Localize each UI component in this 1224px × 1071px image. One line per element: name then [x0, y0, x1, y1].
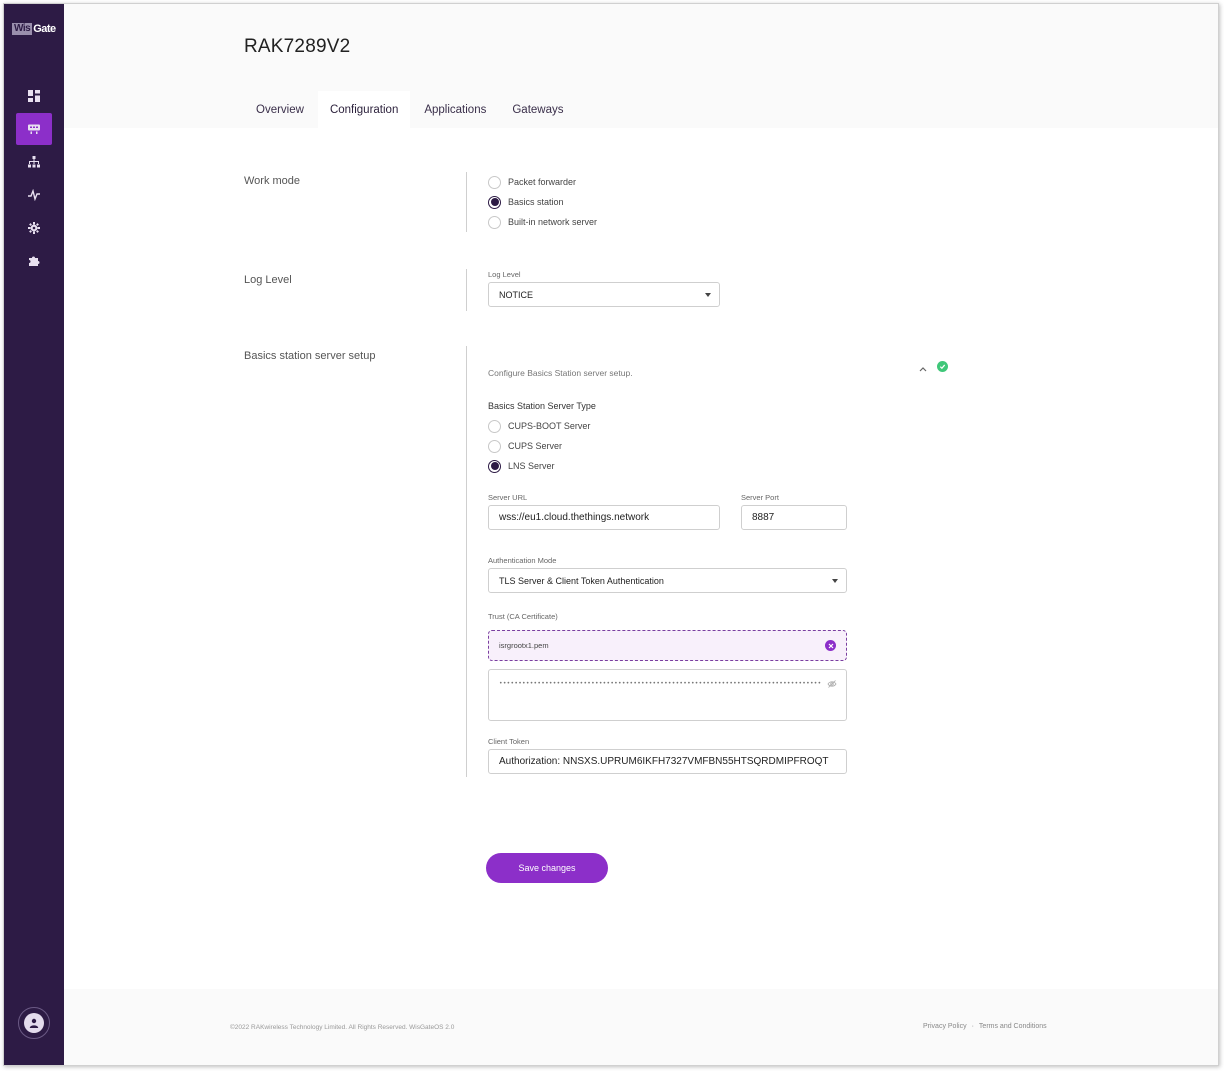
check-circle-icon — [937, 361, 948, 372]
radio-packet-forwarder[interactable]: Packet forwarder — [488, 175, 576, 189]
sidebar-item-extensions[interactable] — [16, 245, 52, 277]
section-divider — [466, 269, 467, 311]
radio-button[interactable] — [488, 215, 501, 229]
chevron-up-icon[interactable] — [918, 364, 928, 374]
log-level-value: NOTICE — [499, 289, 534, 300]
radio-built-in-network-server[interactable]: Built-in network server — [488, 215, 597, 229]
tab-gateways[interactable]: Gateways — [500, 91, 575, 128]
radio-label: CUPS Server — [508, 441, 563, 451]
radio-button[interactable] — [488, 419, 501, 433]
privacy-policy-link[interactable]: Privacy Policy — [923, 1023, 967, 1030]
radio-label: CUPS-BOOT Server — [508, 421, 591, 431]
client-token-input[interactable] — [488, 749, 847, 774]
radio-button-checked[interactable] — [488, 195, 501, 209]
section-divider — [466, 172, 467, 232]
radio-basics-station[interactable]: Basics station — [488, 195, 564, 209]
server-url-label: Server URL — [488, 493, 528, 502]
log-level-label: Log Level — [244, 274, 292, 286]
puzzle-icon — [29, 256, 40, 266]
footer-links: Privacy Policy · Terms and Conditions — [923, 1023, 1047, 1030]
radio-button[interactable] — [488, 439, 501, 453]
app-window: Wis Gate RAK7289V2 Overview Configuratio… — [3, 3, 1219, 1066]
copyright-text: ©2022 RAKwireless Technology Limited. Al… — [230, 1024, 455, 1031]
server-type-heading: Basics Station Server Type — [488, 401, 596, 411]
trust-label: Trust (CA Certificate) — [488, 612, 558, 621]
dashboard-icon — [28, 90, 40, 102]
gateway-icon — [28, 124, 40, 134]
work-mode-label: Work mode — [244, 175, 301, 187]
sidebar-item-network[interactable] — [16, 146, 52, 178]
wisgate-logo: Wis Gate — [12, 22, 56, 36]
tab-overview[interactable]: Overview — [244, 91, 316, 128]
radio-cups-boot-server[interactable]: CUPS-BOOT Server — [488, 419, 590, 433]
masked-certificate: ••••••••••••••••••••••••••••••••••••••••… — [499, 680, 821, 687]
trust-file-name: isrgrootx1.pem — [499, 641, 549, 650]
save-changes-button[interactable]: Save changes — [486, 853, 608, 883]
server-port-label: Server Port — [741, 493, 779, 502]
avatar — [24, 1013, 44, 1033]
auth-mode-label: Authentication Mode — [488, 556, 557, 565]
log-level-select[interactable]: NOTICE — [488, 282, 720, 307]
server-url-input[interactable] — [488, 505, 720, 530]
log-level-field-label: Log Level — [488, 270, 521, 279]
remove-file-icon[interactable] — [825, 640, 836, 651]
radio-button[interactable] — [488, 175, 501, 189]
sidebar-item-dashboard[interactable] — [16, 80, 52, 112]
radio-cups-server[interactable]: CUPS Server — [488, 439, 562, 453]
sidebar-item-activity[interactable] — [16, 179, 52, 211]
sidebar: Wis Gate — [4, 4, 64, 1065]
sidebar-item-gateway[interactable] — [16, 113, 52, 145]
auth-mode-select[interactable]: TLS Server & Client Token Authentication — [488, 568, 847, 593]
gear-icon — [28, 222, 40, 234]
section-divider — [466, 346, 467, 777]
caret-down-icon — [832, 579, 838, 583]
page-title: RAK7289V2 — [244, 36, 351, 57]
basics-setup-label: Basics station server setup — [244, 350, 376, 362]
radio-label: LNS Server — [508, 461, 555, 471]
tab-configuration[interactable]: Configuration — [317, 91, 411, 128]
network-icon — [28, 156, 40, 168]
radio-label: Built-in network server — [508, 217, 598, 227]
activity-icon — [28, 189, 40, 201]
logo-gate-text: Gate — [33, 23, 56, 35]
user-icon — [29, 1018, 39, 1028]
page-header: RAK7289V2 Overview Configuration Applica… — [64, 4, 1218, 128]
user-avatar-button[interactable] — [18, 1007, 50, 1039]
page-footer: ©2022 RAKwireless Technology Limited. Al… — [64, 989, 1218, 1065]
auth-mode-value: TLS Server & Client Token Authentication — [499, 575, 664, 586]
terms-link[interactable]: Terms and Conditions — [979, 1023, 1047, 1030]
radio-button-checked[interactable] — [488, 459, 501, 473]
server-port-input[interactable] — [741, 505, 847, 530]
radio-label: Basics station — [508, 197, 564, 207]
basics-description: Configure Basics Station server setup. — [488, 368, 633, 378]
radio-label: Packet forwarder — [508, 177, 577, 187]
tab-bar: Overview Configuration Applications Gate… — [244, 91, 578, 128]
trust-file-chip[interactable]: isrgrootx1.pem — [488, 630, 847, 661]
client-token-label: Client Token — [488, 737, 530, 746]
logo-wis-text: Wis — [12, 23, 33, 35]
eye-off-icon[interactable] — [827, 679, 837, 689]
tab-applications[interactable]: Applications — [412, 91, 498, 128]
caret-down-icon — [705, 293, 711, 297]
certificate-textarea[interactable]: ••••••••••••••••••••••••••••••••••••••••… — [488, 669, 847, 721]
footer-separator: · — [971, 1023, 974, 1030]
radio-lns-server[interactable]: LNS Server — [488, 459, 555, 473]
sidebar-item-settings[interactable] — [16, 212, 52, 244]
